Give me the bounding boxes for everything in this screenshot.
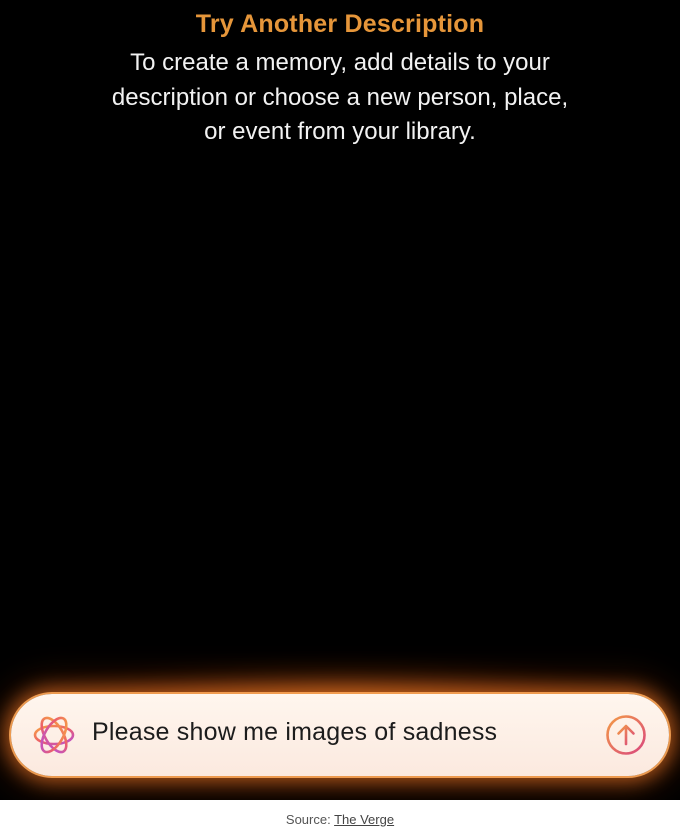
memories-screen: Try Another Description To create a memo…	[0, 0, 680, 800]
apple-intelligence-icon	[33, 716, 75, 754]
source-link[interactable]: The Verge	[334, 812, 394, 827]
message-body: To create a memory, add details to your …	[111, 49, 569, 145]
caption-prefix: Source:	[285, 812, 335, 827]
message-title: Try Another Description	[195, 10, 485, 38]
source-caption: Source: The Verge	[0, 812, 680, 827]
prompt-bar[interactable]: Please show me images of sadness	[11, 694, 669, 776]
prompt-input-text[interactable]: Please show me images of sadness	[92, 718, 497, 747]
send-button[interactable]	[605, 714, 647, 756]
